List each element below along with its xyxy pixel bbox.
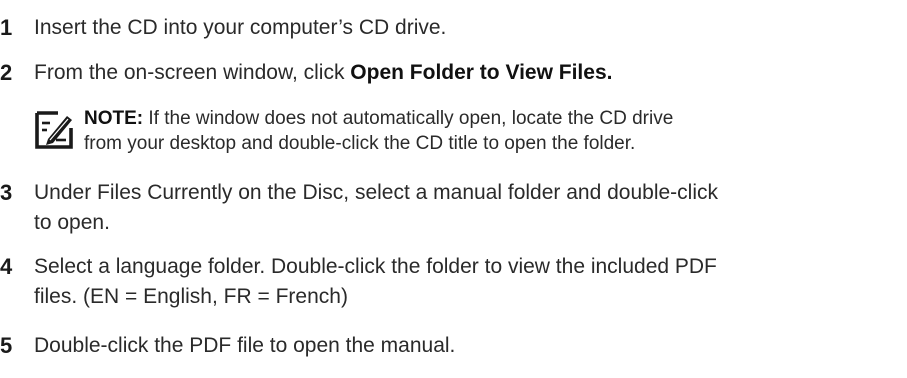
step-text: From the on-screen window, click Open Fo… xyxy=(34,58,899,88)
step-number: 3 xyxy=(0,180,13,205)
step-text: Insert the CD into your computer’s CD dr… xyxy=(34,16,447,39)
step-line-1: Select a language folder. Double-click t… xyxy=(34,255,717,278)
step-number: 5 xyxy=(0,333,13,358)
instructions-document: 1 Insert the CD into your computer’s CD … xyxy=(0,0,907,378)
note-line-2: from your desktop and double-click the C… xyxy=(84,133,636,154)
note-line-1-text: If the window does not automatically ope… xyxy=(143,108,674,129)
step-number: 2 xyxy=(0,60,13,85)
step-text-plain: From the on-screen window, click xyxy=(34,61,351,84)
note-text: NOTE: If the window does not automatical… xyxy=(84,106,894,156)
note-callout: NOTE: If the window does not automatical… xyxy=(34,106,894,162)
note-label: NOTE: xyxy=(84,108,144,129)
step-text: Double-click the PDF file to open the ma… xyxy=(34,334,456,357)
step-text: Under Files Currently on the Disc, selec… xyxy=(34,178,899,238)
step-text-bold: Open Folder to View Files. xyxy=(350,61,613,84)
step-line-2: files. (EN = English, FR = French) xyxy=(34,285,348,308)
step-line-2: to open. xyxy=(34,211,110,234)
step-text: Select a language folder. Double-click t… xyxy=(34,252,899,312)
note-pencil-icon xyxy=(34,110,74,150)
note-line-1: NOTE: If the window does not automatical… xyxy=(84,106,894,131)
step-line-1: Under Files Currently on the Disc, selec… xyxy=(34,181,718,204)
step-number: 4 xyxy=(0,254,13,279)
step-number: 1 xyxy=(0,15,13,40)
